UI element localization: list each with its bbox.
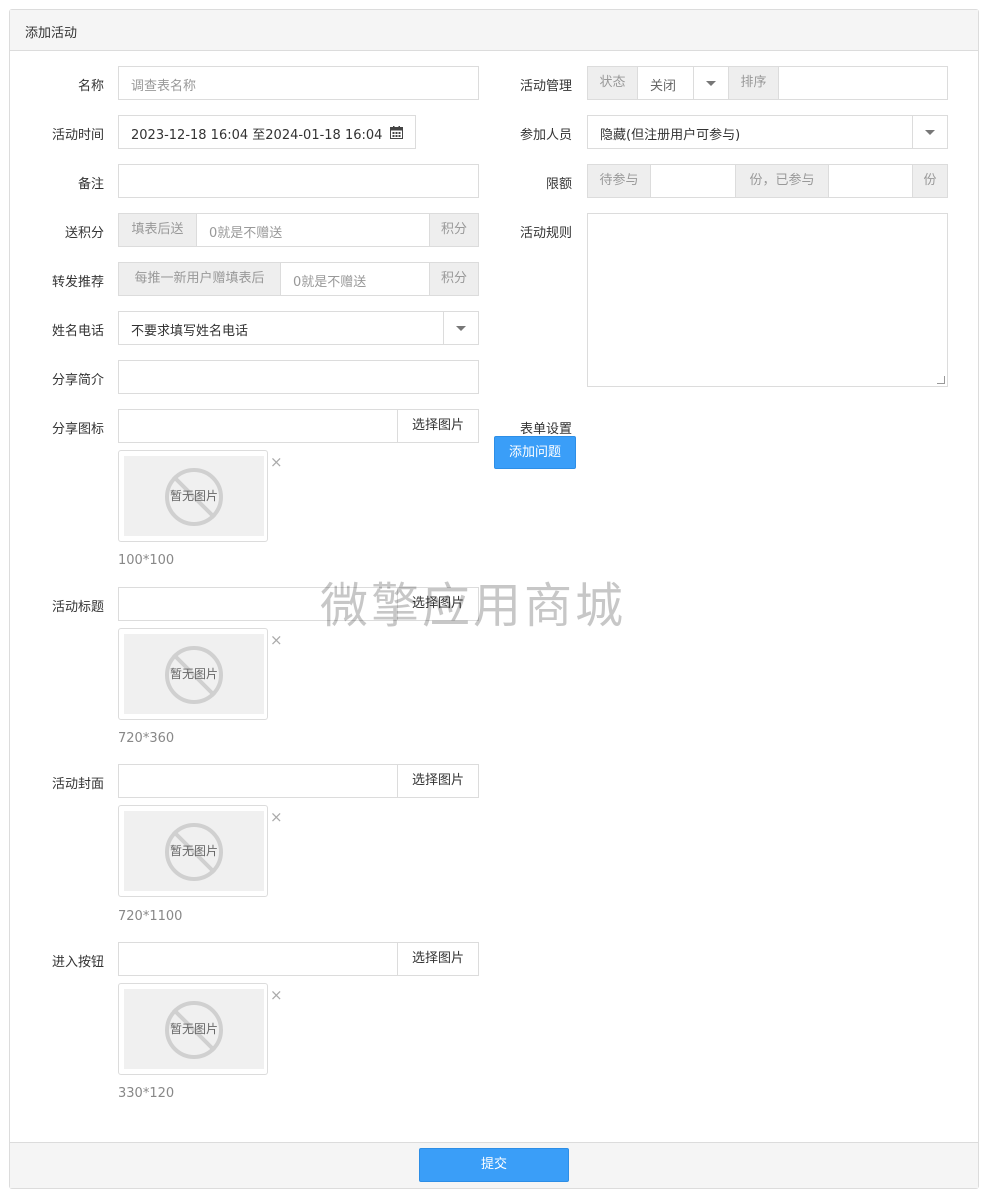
- submit-button[interactable]: 提交: [419, 1148, 569, 1182]
- quota-label: 限额: [545, 177, 572, 192]
- referral-label: 转发推荐: [51, 275, 104, 290]
- participants-select-divider: [912, 116, 913, 148]
- chevron-down-icon: [456, 326, 466, 331]
- share-intro-label: 分享简介: [51, 373, 104, 388]
- resize-grip-icon[interactable]: [937, 376, 945, 384]
- share-icon-preview-area: 暂无图片: [124, 456, 264, 536]
- points-prefix: 填表后送: [119, 214, 196, 246]
- share-icon-size-hint: 100*100: [118, 553, 175, 568]
- quota-end-addon: 份: [913, 165, 947, 197]
- rules-label: 活动规则: [519, 226, 572, 241]
- status-select-value: 关闭: [650, 79, 677, 94]
- contact-select-divider: [443, 312, 444, 344]
- referral-input-group: 每推一新用户赠填表后 0就是不赠送 积分: [118, 262, 479, 296]
- remark-input[interactable]: [118, 164, 479, 198]
- remove-cover-image-close-icon[interactable]: ×: [270, 810, 283, 825]
- enter-button-image-size-hint: 330*120: [118, 1086, 175, 1101]
- quota-waiting-input[interactable]: [651, 165, 735, 197]
- quota-input-group: 待参与 份，已参与 份: [587, 164, 948, 198]
- cover-image-preview-area: 暂无图片: [124, 811, 264, 891]
- referral-prefix: 每推一新用户赠填表后: [119, 263, 280, 295]
- remove-enter-button-image-close-icon[interactable]: ×: [270, 988, 283, 1003]
- title-image-preview-area: 暂无图片: [124, 634, 264, 714]
- watermark: 微擎应用商城: [320, 578, 627, 634]
- calendar-icon: [390, 126, 403, 139]
- add-question-button[interactable]: 添加问题: [494, 436, 576, 469]
- participants-label: 参加人员: [519, 128, 572, 143]
- contact-select-value: 不要求填写姓名电话: [131, 324, 249, 339]
- share-icon-path-input[interactable]: 选择图片: [118, 409, 479, 443]
- participants-select[interactable]: 隐藏(但注册用户可参与): [587, 115, 948, 149]
- referral-suffix: 积分: [430, 263, 478, 295]
- points-label: 送积分: [64, 226, 104, 241]
- remove-title-image-close-icon[interactable]: ×: [270, 633, 283, 648]
- points-input[interactable]: 0就是不赠送: [209, 222, 282, 241]
- panel-header: 添加活动: [10, 10, 978, 51]
- cover-image-path-input[interactable]: 选择图片: [118, 764, 479, 798]
- quota-joined-addon: 份，已参与: [736, 165, 828, 197]
- status-select-divider: [693, 67, 694, 99]
- enter-button-image-preview-area: 暂无图片: [124, 989, 264, 1069]
- enter-button-image-path-input[interactable]: 选择图片: [118, 942, 479, 976]
- cover-image-select-button[interactable]: 选择图片: [397, 765, 478, 797]
- time-range-input[interactable]: 2023-12-18 16:04 至2024-01-18 16:04: [118, 115, 416, 149]
- name-input[interactable]: 调查表名称: [118, 66, 479, 100]
- title-image-size-hint: 720*360: [118, 731, 175, 746]
- chevron-down-icon: [706, 81, 716, 86]
- contact-label: 姓名电话: [51, 324, 104, 339]
- referral-input[interactable]: 0就是不赠送: [293, 271, 366, 290]
- share-intro-input[interactable]: [118, 360, 479, 394]
- panel-title: 添加活动: [25, 26, 78, 41]
- no-image-text: 暂无图片: [169, 844, 218, 858]
- points-suffix: 积分: [430, 214, 478, 246]
- no-image-text: 暂无图片: [169, 667, 218, 681]
- time-label: 活动时间: [51, 128, 104, 143]
- name-label: 名称: [77, 79, 104, 94]
- points-input-group: 填表后送 0就是不赠送 积分: [118, 213, 479, 247]
- remark-label: 备注: [77, 177, 104, 192]
- time-range-value: 2023-12-18 16:04 至2024-01-18 16:04: [131, 128, 383, 143]
- referral-prefix-divider: [280, 263, 281, 295]
- share-icon-label: 分享图标: [51, 422, 104, 437]
- enter-button-image-label: 进入按钮: [51, 955, 104, 970]
- share-icon-preview: 暂无图片: [118, 450, 268, 542]
- form-settings-label: 表单设置: [519, 422, 572, 437]
- participants-select-value: 隐藏(但注册用户可参与): [600, 128, 741, 143]
- quota-waiting-addon: 待参与: [588, 165, 650, 197]
- enter-button-image-preview: 暂无图片: [118, 983, 268, 1075]
- points-prefix-divider: [196, 214, 197, 246]
- sort-input-divider: [778, 67, 779, 99]
- no-image-text: 暂无图片: [169, 489, 218, 503]
- contact-select[interactable]: 不要求填写姓名电话: [118, 311, 479, 345]
- manage-label: 活动管理: [519, 79, 572, 94]
- status-select[interactable]: 关闭: [638, 67, 730, 99]
- quota-joined-input[interactable]: [829, 165, 913, 197]
- no-image-text: 暂无图片: [169, 1022, 218, 1036]
- title-image-label: 活动标题: [51, 600, 104, 615]
- cover-image-size-hint: 720*1100: [118, 909, 183, 924]
- rules-textarea[interactable]: [587, 213, 948, 387]
- enter-button-image-select-button[interactable]: 选择图片: [397, 943, 478, 975]
- manage-input-group: 状态 关闭 排序: [587, 66, 948, 100]
- sort-addon: 排序: [729, 67, 778, 99]
- name-placeholder: 调查表名称: [131, 79, 197, 94]
- status-addon: 状态: [588, 67, 637, 99]
- remove-share-icon-close-icon[interactable]: ×: [270, 455, 283, 470]
- share-icon-select-button[interactable]: 选择图片: [397, 410, 478, 442]
- title-image-preview: 暂无图片: [118, 628, 268, 720]
- chevron-down-icon: [925, 130, 935, 135]
- cover-image-label: 活动封面: [51, 777, 104, 792]
- cover-image-preview: 暂无图片: [118, 805, 268, 897]
